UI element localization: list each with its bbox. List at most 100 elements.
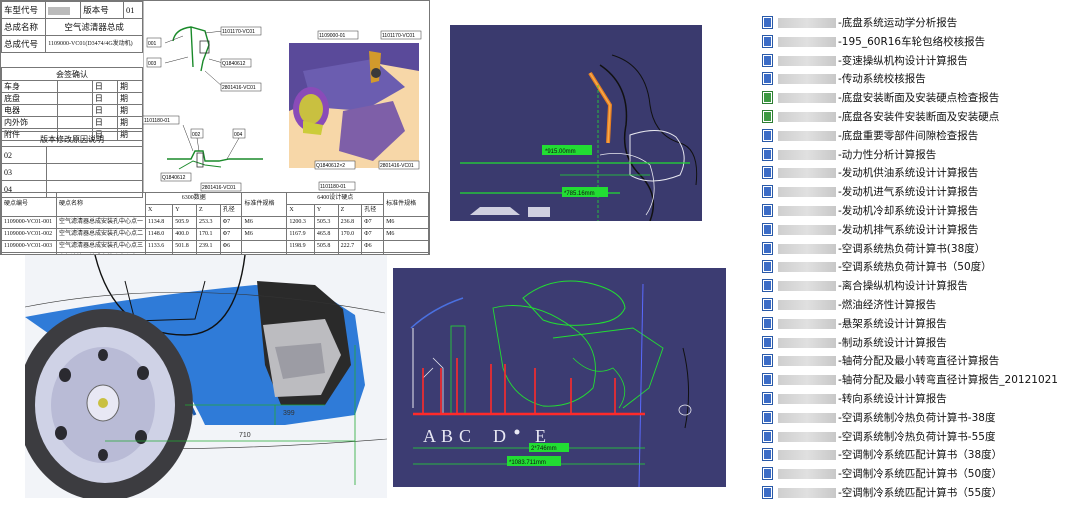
callout-004: 004: [234, 132, 243, 138]
model-label: 车型代号: [1, 1, 47, 19]
version-value: 01: [123, 1, 143, 19]
file-item[interactable]: -空调系统热负荷计算书(38度）: [758, 240, 1083, 259]
file-name: -底盘重要零部件间隙检查报告: [838, 129, 979, 142]
marker-dot: [514, 429, 520, 435]
col-head: 硬点名称: [55, 192, 147, 217]
word-file-icon: [762, 354, 773, 368]
sign-dept: 电器: [1, 104, 58, 117]
hardpoint-row: 1109000-VC01-003 空气滤清器总成安装孔中心点三 1133.6 501.…: [1, 240, 429, 253]
word-file-icon: [762, 128, 773, 142]
word-file-icon: [762, 448, 773, 462]
hardpoint-cell: 505.8: [313, 240, 339, 253]
redacted-prefix: [778, 487, 836, 498]
file-item[interactable]: -底盘系统运动学分析报告: [758, 14, 1083, 33]
excel-file-icon: [762, 109, 773, 123]
redacted-model: [48, 6, 71, 15]
hardpoint-cell: 501.8: [172, 240, 197, 253]
file-item[interactable]: -转向系统设计计算报告: [758, 390, 1083, 409]
hardpoint-cell: 1109000-VC01-003: [1, 240, 57, 253]
hardpoint-cell: [383, 252, 429, 254]
hardpoint-cell: 1109000-VC01-002: [1, 228, 57, 241]
hardpoint-cell: 1109000-VC01-001: [1, 216, 57, 229]
cad1-dim-2: *785.16mm: [564, 191, 595, 197]
redacted-prefix: [778, 356, 836, 367]
file-item[interactable]: -空调制冷系统匹配计算书（38度）: [758, 446, 1083, 465]
file-item[interactable]: -空调系统制冷热负荷计算书-55度: [758, 428, 1083, 447]
col-head: 标准件规格: [241, 192, 288, 217]
file-item[interactable]: -底盘安装断面及安装硬点检查报告: [758, 89, 1083, 108]
cad-view-suspension: *915.00mm *785.16mm: [450, 25, 702, 221]
file-item[interactable]: -离合操纵机构设计计算报告: [758, 277, 1083, 296]
revision-title: 版本修改原因说明: [1, 131, 143, 147]
hardpoint-cell: 222.7: [337, 240, 363, 253]
word-file-icon: [762, 485, 773, 499]
hardpoint-cell: 1167.9: [286, 228, 315, 241]
col-sub: Y: [172, 204, 197, 217]
cad2-dim-2: 710: [239, 432, 251, 439]
hardpoint-cell: Φ7: [361, 216, 385, 229]
callout-part-8: 2801416-VC01: [380, 163, 414, 169]
file-item[interactable]: -轴荷分配及最小转弯直径计算报告_20121021: [758, 371, 1083, 390]
cad1-dim-1: *915.00mm: [545, 149, 576, 155]
hardpoint-cell: 170.1: [195, 228, 221, 241]
file-item[interactable]: -发动机进气系统设计计算报告: [758, 183, 1083, 202]
file-item[interactable]: -发动机排气系统设计计算报告: [758, 221, 1083, 240]
file-item[interactable]: -发动机供油系统设计计算报告: [758, 164, 1083, 183]
sign-date-label: 期: [116, 92, 144, 105]
file-item[interactable]: -空调制冷系统匹配计算书（55度）: [758, 484, 1083, 503]
redacted-prefix: [778, 111, 836, 122]
cad2-dim-1: 399: [283, 410, 295, 417]
sign-date-label: 期: [116, 104, 144, 117]
word-file-icon: [762, 373, 773, 387]
col-sub: Z: [195, 204, 221, 217]
file-item[interactable]: -底盘重要零部件间隙检查报告: [758, 127, 1083, 146]
file-item[interactable]: -空调制冷系统匹配计算书（50度）: [758, 465, 1083, 484]
hardpoint-cell: M6: [383, 216, 429, 229]
col-sub: Y: [313, 204, 339, 217]
file-name: -发动机供油系统设计计算报告: [838, 167, 979, 180]
redacted-prefix: [778, 337, 836, 348]
version-label: 版本号: [80, 1, 125, 19]
file-item[interactable]: -燃油经济性计算报告: [758, 296, 1083, 315]
sign-date-label: 日: [91, 92, 118, 105]
file-item[interactable]: -传动系统校核报告: [758, 70, 1083, 89]
word-file-icon: [762, 34, 773, 48]
section-letter-a: A: [423, 426, 436, 446]
revision-no: 03: [1, 163, 47, 181]
callout-part-1: 1101170-VC01: [222, 29, 255, 35]
redacted-prefix: [778, 375, 836, 386]
file-item[interactable]: -底盘各安装件安装断面及安装硬点: [758, 108, 1083, 127]
hardpoint-cell: 253.3: [195, 216, 221, 229]
file-name: -发动机进气系统设计计算报告: [838, 186, 979, 199]
word-file-icon: [762, 72, 773, 86]
file-item[interactable]: -悬架系统设计计算报告: [758, 315, 1083, 334]
redacted-prefix: [778, 168, 836, 179]
hardpoint-cell: Φ7: [219, 228, 243, 241]
hardpoint-cell: 239.1: [195, 240, 221, 253]
assembly-name-label: 总成名称: [1, 18, 47, 36]
file-name: -轴荷分配及最小转弯直径计算报告_20121021: [838, 374, 1058, 387]
col-sub: Z: [337, 204, 363, 217]
word-file-icon: [762, 429, 773, 443]
col-sub: 孔径: [219, 204, 243, 217]
file-item[interactable]: -空调系统热负荷计算书（50度）: [758, 258, 1083, 277]
redacted-prefix: [778, 412, 836, 423]
redacted-prefix: [778, 74, 836, 85]
file-item[interactable]: -195_60R16车轮包络校核报告: [758, 33, 1083, 52]
cad-view-engine-bay: A B C D E 2*746mm *1083.711mm: [393, 268, 726, 487]
file-item[interactable]: -轴荷分配及最小转弯直径计算报告: [758, 352, 1083, 371]
hardpoint-table: 硬点编号 硬点名称 6300数据 标准件规格 6400设计硬点 标准件规格 X …: [1, 192, 429, 254]
word-file-icon: [762, 147, 773, 161]
file-item[interactable]: -动力性分析计算报告: [758, 146, 1083, 165]
hardpoint-cell: 1148.0: [145, 228, 174, 241]
file-item[interactable]: -空调系统制冷热负荷计算书-38度: [758, 409, 1083, 428]
file-name: -转向系统设计计算报告: [838, 392, 947, 405]
file-item[interactable]: -制动系统设计计算报告: [758, 334, 1083, 353]
hardpoint-cell: [241, 240, 288, 253]
file-item[interactable]: -发动机冷却系统设计计算报告: [758, 202, 1083, 221]
assembly-no-label: 总成代号: [1, 35, 47, 53]
hardpoint-cell: Φ7: [361, 228, 385, 241]
col-head: 硬点编号: [1, 192, 57, 217]
callout-bolt: Q1840612: [222, 61, 246, 67]
file-item[interactable]: -变速操纵机构设计计算报告: [758, 52, 1083, 71]
